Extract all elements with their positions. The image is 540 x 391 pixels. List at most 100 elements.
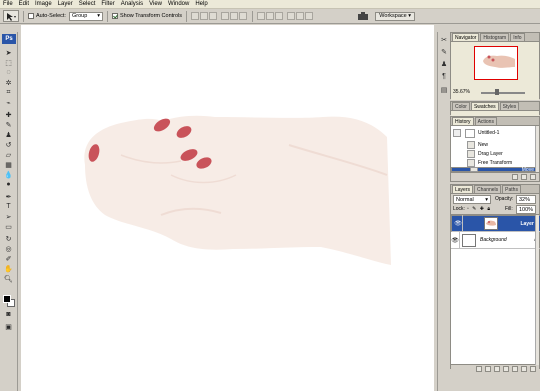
crop-tool-icon[interactable]: ⌗ <box>3 88 14 97</box>
pen-tool-icon[interactable]: ✒ <box>3 192 14 201</box>
link-layers-icon[interactable] <box>476 366 482 372</box>
auto-select-option[interactable]: Auto-Select: <box>28 13 66 19</box>
align-bottom-button[interactable] <box>209 12 218 20</box>
tab-histogram[interactable]: Histogram <box>480 33 510 41</box>
move-tool-icon[interactable]: ➤ <box>3 48 14 57</box>
distribute-right-button[interactable] <box>305 12 314 20</box>
align-right-button[interactable] <box>239 12 248 20</box>
auto-select-checkbox[interactable] <box>28 13 34 19</box>
quick-mask-icon[interactable]: ◙ <box>3 310 14 319</box>
auto-select-dropdown[interactable]: Group ▾ <box>68 11 103 21</box>
distribute-hcenter-button[interactable] <box>296 12 305 20</box>
trash-icon[interactable] <box>530 174 536 180</box>
layer-style-icon[interactable] <box>485 366 491 372</box>
tool-preset-picker[interactable] <box>3 10 19 22</box>
history-item[interactable]: New <box>451 140 537 149</box>
magic-wand-tool-icon[interactable]: ✲ <box>3 78 14 87</box>
tab-color[interactable]: Color <box>452 102 470 110</box>
history-item-selected[interactable]: Move <box>451 167 537 173</box>
menu-analysis[interactable]: Analysis <box>121 0 143 9</box>
menu-view[interactable]: View <box>149 0 162 9</box>
visibility-eye-icon[interactable]: 👁︎ <box>451 231 460 249</box>
eyedropper-tool-icon[interactable]: ⌁ <box>3 98 14 107</box>
tool-presets-icon[interactable]: ✂ <box>440 36 448 44</box>
eraser-tool-icon[interactable]: ▱ <box>3 150 14 159</box>
tab-navigator[interactable]: Navigator <box>452 33 480 41</box>
distribute-vcenter-button[interactable] <box>266 12 275 20</box>
layer-row-background[interactable]: 👁︎ Background 🔒︎ <box>451 231 540 249</box>
shape-tool-icon[interactable]: ▭ <box>3 222 14 231</box>
zoom-tool-icon[interactable]: 🔍︎ <box>3 274 14 283</box>
tab-paths[interactable]: Paths <box>502 185 521 193</box>
distribute-bottom-button[interactable] <box>275 12 284 20</box>
layers-scrollbar[interactable] <box>535 215 539 365</box>
distribute-left-button[interactable] <box>287 12 296 20</box>
show-transform-option[interactable]: Show Transform Controls <box>111 13 182 19</box>
screen-mode-icon[interactable]: ▣ <box>3 322 14 331</box>
menu-edit[interactable]: Edit <box>19 0 29 9</box>
bridge-icon[interactable] <box>358 11 369 21</box>
tab-styles[interactable]: Styles <box>499 102 520 110</box>
blur-tool-icon[interactable]: 💧 <box>3 170 14 179</box>
clone-source-icon[interactable]: ♟ <box>440 60 448 68</box>
distribute-top-button[interactable] <box>257 12 266 20</box>
document-canvas[interactable] <box>21 25 434 391</box>
tab-history[interactable]: History <box>452 117 474 125</box>
history-brush-tool-icon[interactable]: ↺ <box>3 140 14 149</box>
brush-tool-icon[interactable]: ✎ <box>3 120 14 129</box>
history-item[interactable]: Drag Layer <box>451 149 537 158</box>
3d-orbit-tool-icon[interactable]: ◎ <box>3 244 14 253</box>
tab-actions[interactable]: Actions <box>474 117 497 125</box>
new-document-from-state-icon[interactable] <box>512 174 518 180</box>
menu-select[interactable]: Select <box>79 0 96 9</box>
menu-layer[interactable]: Layer <box>58 0 73 9</box>
path-selection-tool-icon[interactable]: ➢ <box>3 212 14 221</box>
visibility-eye-icon[interactable]: 👁︎ <box>454 215 463 232</box>
menu-image[interactable]: Image <box>35 0 52 9</box>
foreground-color-swatch[interactable] <box>3 295 11 303</box>
new-snapshot-icon[interactable] <box>521 174 527 180</box>
navigator-zoom-knob[interactable] <box>495 89 499 95</box>
menu-filter[interactable]: Filter <box>101 0 114 9</box>
paragraph-icon[interactable]: ¶ <box>440 72 448 80</box>
dodge-tool-icon[interactable]: ● <box>3 180 14 189</box>
menu-file[interactable]: File <box>3 0 13 9</box>
gradient-tool-icon[interactable]: ▦ <box>3 160 14 169</box>
3d-rotate-tool-icon[interactable]: ↻ <box>3 234 14 243</box>
adjustment-layer-icon[interactable] <box>503 366 509 372</box>
hand-tool-icon[interactable]: ✋ <box>3 264 14 273</box>
trash-icon[interactable] <box>530 366 536 372</box>
healing-brush-tool-icon[interactable]: ✚ <box>3 110 14 119</box>
layer-mask-icon[interactable] <box>494 366 500 372</box>
tab-swatches[interactable]: Swatches <box>470 102 499 110</box>
notes-tool-icon[interactable]: ✐ <box>3 254 14 263</box>
clone-stamp-tool-icon[interactable]: ♟ <box>3 130 14 139</box>
lasso-tool-icon[interactable]: ◌ <box>3 68 14 77</box>
show-transform-checkbox[interactable] <box>111 13 118 19</box>
marquee-tool-icon[interactable]: ⬚ <box>3 58 14 67</box>
menu-window[interactable]: Window <box>168 0 189 9</box>
blend-mode-dropdown[interactable]: Normal ▾ <box>453 195 491 204</box>
tab-layers[interactable]: Layers <box>452 185 474 193</box>
brushes-icon[interactable]: ✎ <box>440 48 448 56</box>
menu-help[interactable]: Help <box>195 0 207 9</box>
history-snapshot[interactable]: Untitled-1 <box>451 128 540 138</box>
fill-input[interactable]: 100% <box>516 205 536 214</box>
new-layer-icon[interactable] <box>521 366 527 372</box>
tab-channels[interactable]: Channels <box>474 185 502 193</box>
navigator-view-box[interactable] <box>474 46 518 80</box>
align-vcenter-button[interactable] <box>200 12 209 20</box>
workspace-button[interactable]: Workspace ▾ <box>375 11 415 21</box>
type-tool-icon[interactable]: T <box>3 202 14 211</box>
align-left-button[interactable] <box>221 12 230 20</box>
navigator-zoom-slider[interactable] <box>481 92 525 94</box>
lock-icons[interactable]: ▫ ✎ ✚ 🔒︎ <box>467 206 491 212</box>
navigator-zoom[interactable]: 35.67% <box>453 89 470 95</box>
align-top-button[interactable] <box>191 12 200 20</box>
align-hcenter-button[interactable] <box>230 12 239 20</box>
layer-row-layer-1[interactable]: 👁︎ Layer 1 <box>451 215 540 232</box>
tab-info[interactable]: Info <box>510 33 525 41</box>
layer-comps-icon[interactable]: ▤ <box>440 86 448 94</box>
history-scrollbar[interactable] <box>535 126 539 172</box>
new-group-icon[interactable] <box>512 366 518 372</box>
